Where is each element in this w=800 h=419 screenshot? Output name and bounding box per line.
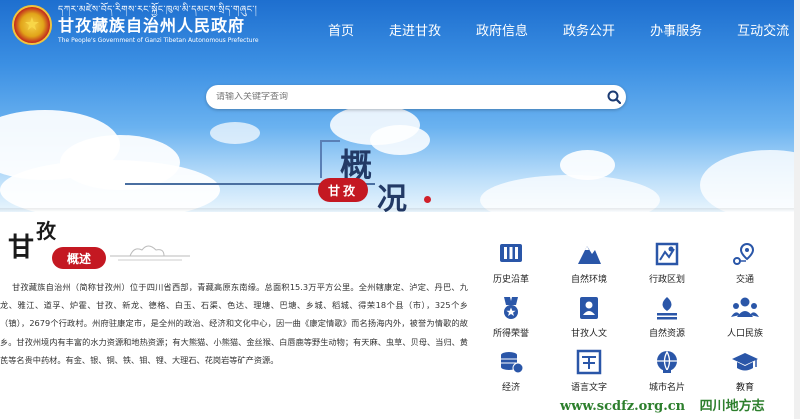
quick-nav-transport[interactable]: 交通	[710, 240, 780, 285]
search-input[interactable]	[216, 92, 602, 102]
language-icon	[575, 348, 603, 376]
quick-nav-city-card[interactable]: 城市名片	[632, 348, 702, 393]
logo-english-title: The People's Government of Ganzi Tibetan…	[58, 37, 259, 44]
main-nav: 首页 走进甘孜 政府信息 政务公开 办事服务 互动交流	[328, 20, 800, 39]
quick-nav-resources[interactable]: 自然资源	[632, 294, 702, 339]
nav-item-home[interactable]: 首页	[328, 20, 354, 39]
quick-nav-history[interactable]: 历史沿革	[476, 240, 546, 285]
city-icon	[653, 348, 681, 376]
section-title-tag: 甘孜	[318, 178, 368, 202]
cloud-decoration	[480, 175, 660, 212]
quick-nav-admin-division[interactable]: 行政区划	[632, 240, 702, 285]
intro-badge: 概述	[52, 247, 106, 269]
people-icon	[731, 294, 759, 322]
nav-item-services[interactable]: 办事服务	[650, 20, 702, 39]
quick-nav-population[interactable]: 人口民族	[710, 294, 780, 339]
history-icon	[497, 240, 525, 268]
cloud-line-decoration	[110, 245, 190, 261]
quick-nav-environment[interactable]: 自然环境	[554, 240, 624, 285]
intro-heading-zi: 孜	[36, 219, 56, 243]
resource-icon	[653, 294, 681, 322]
nav-item-gov-affairs[interactable]: 政务公开	[563, 20, 615, 39]
section-title-kuang: 况	[377, 182, 407, 212]
cloud-decoration	[700, 150, 800, 212]
nav-item-about[interactable]: 走进甘孜	[389, 20, 441, 39]
coins-icon	[497, 348, 525, 376]
map-icon	[653, 240, 681, 268]
education-icon	[731, 348, 759, 376]
red-dot-decoration	[424, 196, 431, 203]
medal-icon	[497, 294, 525, 322]
quick-nav-language[interactable]: 语言文字	[554, 348, 624, 393]
logo-chinese-title: 甘孜藏族自治州人民政府	[58, 16, 246, 35]
watermark-url: www.scdfz.org.cn	[560, 399, 686, 414]
site-watermark: www.scdfz.org.cn 四川地方志	[560, 395, 765, 414]
intro-paragraph: 甘孜藏族自治州（简称甘孜州）位于四川省西部，青藏高原东南缘。总面积15.3万平方…	[0, 282, 468, 365]
cloud-decoration	[210, 122, 260, 144]
transport-icon	[731, 240, 759, 268]
quick-nav-economy[interactable]: 经济	[476, 348, 546, 393]
quick-nav-honors[interactable]: 所得荣誉	[476, 294, 546, 339]
search-bar	[206, 85, 626, 109]
logo-tibetan-title: དཀར་མཛེས་བོད་རིགས་རང་སྐྱོང་ཁུལ་མི་དམངས་ས…	[58, 5, 258, 15]
nav-item-gov-info[interactable]: 政府信息	[476, 20, 528, 39]
header-banner: ★ དཀར་མཛེས་བོད་རིགས་རང་སྐྱོང་ཁུལ་མི་དམངས…	[0, 0, 800, 212]
quick-nav-culture[interactable]: 甘孜人文	[554, 294, 624, 339]
nav-item-interaction[interactable]: 互动交流	[737, 20, 789, 39]
watermark-name: 四川地方志	[699, 399, 765, 414]
cloud-decoration	[0, 160, 220, 212]
cloud-decoration	[370, 125, 430, 155]
intro-heading-gan: 甘	[8, 233, 35, 263]
search-icon[interactable]	[602, 85, 626, 109]
mountain-icon	[575, 240, 603, 268]
quick-nav-education[interactable]: 教育	[710, 348, 780, 393]
book-icon	[575, 294, 603, 322]
site-logo[interactable]: ★ དཀར་མཛེས་བོད་རིགས་རང་སྐྱོང་ཁུལ་མི་དམངས…	[12, 4, 259, 45]
national-emblem-icon: ★	[12, 4, 52, 45]
